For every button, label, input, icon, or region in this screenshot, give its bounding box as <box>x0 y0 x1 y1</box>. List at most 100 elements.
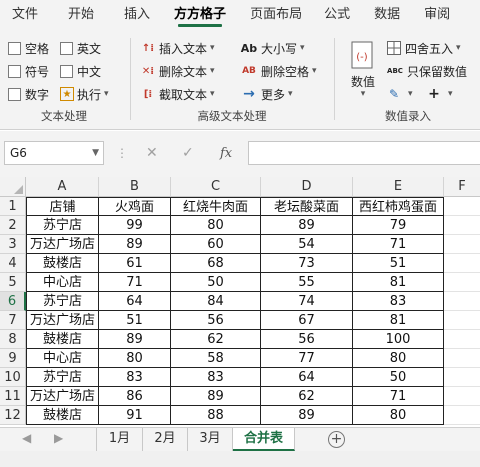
cell-laotan[interactable]: 老坛酸菜面 <box>261 197 353 216</box>
row-header[interactable]: 3 <box>0 235 26 254</box>
column-header-b[interactable]: B <box>99 177 171 197</box>
row-header[interactable]: 10 <box>0 368 26 387</box>
cell-huoji[interactable]: 80 <box>99 349 171 368</box>
cell-empty[interactable] <box>444 368 480 387</box>
cell-xihongshi[interactable]: 80 <box>353 349 444 368</box>
checkbox-english[interactable] <box>60 41 73 55</box>
cell-laotan[interactable]: 62 <box>261 387 353 406</box>
cell-laotan[interactable]: 74 <box>261 292 353 311</box>
insert-function-icon[interactable]: fx <box>220 141 232 165</box>
cell-xihongshi[interactable]: 50 <box>353 368 444 387</box>
cell-hongshao[interactable]: 84 <box>171 292 261 311</box>
cell-laotan[interactable]: 77 <box>261 349 353 368</box>
column-header-a[interactable]: A <box>26 177 99 197</box>
tab-data[interactable]: 数据 <box>368 0 406 30</box>
keep-value-button[interactable]: ABC 只保留数值 <box>386 61 467 81</box>
checkbox-symbol[interactable] <box>8 64 21 78</box>
confirm-icon[interactable]: ✓ <box>182 141 194 165</box>
sheet-tab-jan[interactable]: 1月 <box>96 428 143 451</box>
formula-input[interactable] <box>248 141 480 165</box>
cell-huoji[interactable]: 89 <box>99 235 171 254</box>
name-box[interactable]: G6 ▼ <box>4 141 104 165</box>
cell-empty[interactable] <box>444 216 480 235</box>
plus-dropdown-button[interactable]: + ▾ <box>426 84 452 104</box>
cell-empty[interactable] <box>444 349 480 368</box>
add-sheet-icon[interactable]: + <box>328 431 345 448</box>
cell-empty[interactable] <box>444 254 480 273</box>
sheet-tab-mar[interactable]: 3月 <box>188 428 233 451</box>
case-button[interactable]: Ab 大小写 ▾ <box>240 38 305 58</box>
row-header[interactable]: 7 <box>0 311 26 330</box>
cell-laotan[interactable]: 67 <box>261 311 353 330</box>
cell-empty[interactable] <box>444 311 480 330</box>
cell-hongshao[interactable]: 80 <box>171 216 261 235</box>
cell-hongshao[interactable]: 60 <box>171 235 261 254</box>
cell-empty[interactable] <box>444 406 480 425</box>
cell-huoji[interactable]: 83 <box>99 368 171 387</box>
cell-hongshao[interactable]: 83 <box>171 368 261 387</box>
option-symbol[interactable]: 符号 <box>8 61 49 81</box>
cell-huoji[interactable]: 71 <box>99 273 171 292</box>
cell-hongshao[interactable]: 89 <box>171 387 261 406</box>
cell-store[interactable]: 苏宁店 <box>26 368 99 387</box>
cell-huoji[interactable]: 51 <box>99 311 171 330</box>
execute-button[interactable]: ★ 执行 ▾ <box>60 84 109 104</box>
row-header[interactable]: 6 <box>0 292 26 311</box>
cell-huoji[interactable]: 61 <box>99 254 171 273</box>
tab-home[interactable]: 开始 <box>62 0 100 30</box>
sheet-tab-merged[interactable]: 合并表 <box>233 428 295 451</box>
cell-store[interactable]: 万达广场店 <box>26 235 99 254</box>
cell-huoji[interactable]: 64 <box>99 292 171 311</box>
cell-laotan[interactable]: 64 <box>261 368 353 387</box>
cell-store[interactable]: 鼓楼店 <box>26 330 99 349</box>
cell-laotan[interactable]: 89 <box>261 406 353 425</box>
cell-empty[interactable] <box>444 292 480 311</box>
cell-empty[interactable] <box>444 197 480 216</box>
cell-store[interactable]: 店铺 <box>26 197 99 216</box>
tab-insert[interactable]: 插入 <box>118 0 156 30</box>
row-header[interactable]: 1 <box>0 197 26 216</box>
cell-empty[interactable] <box>444 235 480 254</box>
option-chinese[interactable]: 中文 <box>60 61 101 81</box>
cell-store[interactable]: 万达广场店 <box>26 387 99 406</box>
tab-review[interactable]: 审阅 <box>418 0 456 30</box>
edit-dropdown-button[interactable]: ✎ ▾ <box>386 84 413 104</box>
cell-xihongshi[interactable]: 71 <box>353 387 444 406</box>
cell-xihongshi[interactable]: 西红柿鸡蛋面 <box>353 197 444 216</box>
cell-empty[interactable] <box>444 330 480 349</box>
cell-hongshao[interactable]: 58 <box>171 349 261 368</box>
cell-xihongshi[interactable]: 51 <box>353 254 444 273</box>
cell-hongshao[interactable]: 68 <box>171 254 261 273</box>
delete-space-button[interactable]: AB 删除空格 ▾ <box>240 61 316 81</box>
cell-xihongshi[interactable]: 81 <box>353 273 444 292</box>
cell-hongshao[interactable]: 56 <box>171 311 261 330</box>
cell-laotan[interactable]: 73 <box>261 254 353 273</box>
checkbox-chinese[interactable] <box>60 64 73 78</box>
cell-store[interactable]: 鼓楼店 <box>26 406 99 425</box>
option-english[interactable]: 英文 <box>60 38 101 58</box>
cell-xihongshi[interactable]: 100 <box>353 330 444 349</box>
delete-text-button[interactable]: ✕⁞ 删除文本 ▾ <box>140 61 215 81</box>
tab-file[interactable]: 文件 <box>6 0 44 30</box>
select-all-corner[interactable] <box>0 177 26 197</box>
checkbox-space[interactable] <box>8 41 21 55</box>
row-header[interactable]: 12 <box>0 406 26 425</box>
tab-formulas[interactable]: 公式 <box>318 0 356 30</box>
cell-huoji[interactable]: 火鸡面 <box>99 197 171 216</box>
row-header[interactable]: 2 <box>0 216 26 235</box>
cell-store[interactable]: 中心店 <box>26 349 99 368</box>
column-header-e[interactable]: E <box>353 177 444 197</box>
round-button[interactable]: 四舍五入 ▾ <box>386 38 461 58</box>
tab-page-layout[interactable]: 页面布局 <box>244 0 308 30</box>
cell-huoji[interactable]: 89 <box>99 330 171 349</box>
chevron-down-icon[interactable]: ▼ <box>92 142 99 164</box>
cell-empty[interactable] <box>444 273 480 292</box>
cell-laotan[interactable]: 55 <box>261 273 353 292</box>
cell-huoji[interactable]: 91 <box>99 406 171 425</box>
cell-xihongshi[interactable]: 80 <box>353 406 444 425</box>
cell-empty[interactable] <box>444 387 480 406</box>
cell-hongshao[interactable]: 50 <box>171 273 261 292</box>
column-header-c[interactable]: C <box>171 177 261 197</box>
scroll-left-icon[interactable]: ◀ <box>22 431 31 445</box>
column-header-f[interactable]: F <box>444 177 480 197</box>
